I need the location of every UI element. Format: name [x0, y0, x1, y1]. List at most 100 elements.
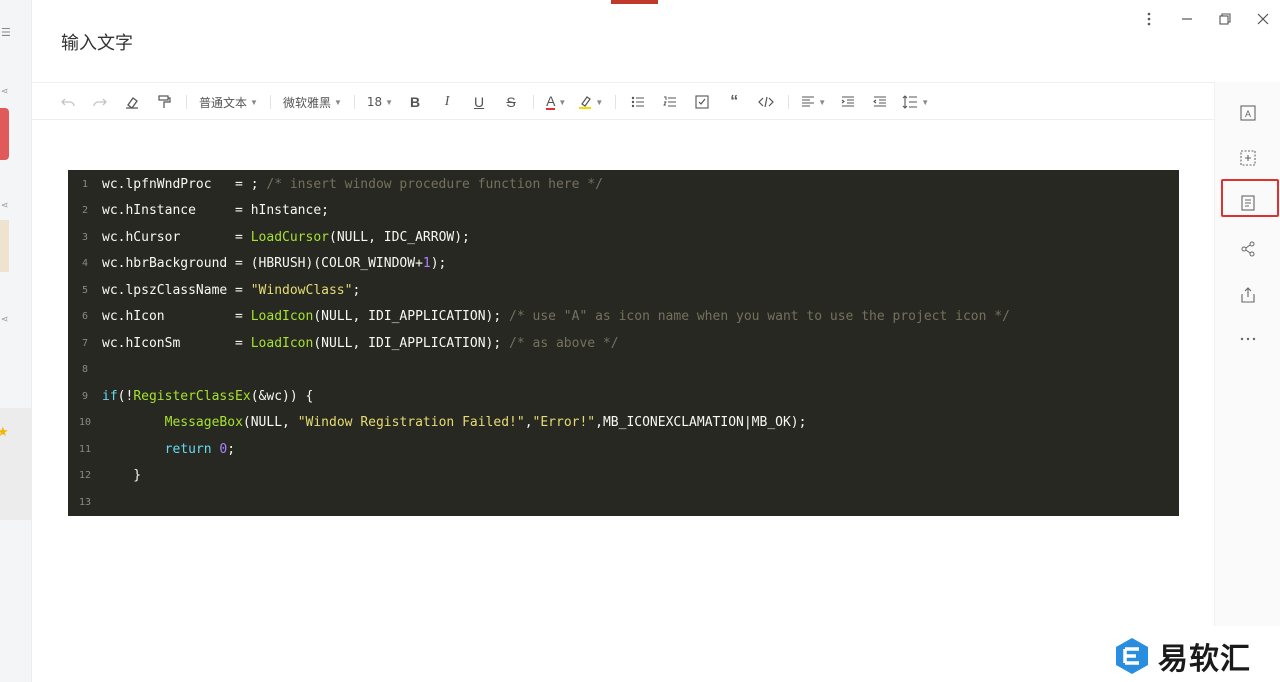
code-text: }	[102, 468, 141, 483]
line-number: 5	[81, 284, 89, 296]
paragraph-style-select[interactable]: 普通文本 ▼	[199, 92, 258, 112]
restore-icon[interactable]	[1215, 9, 1235, 29]
code-line: 13	[68, 489, 1179, 515]
line-number: 9	[81, 390, 89, 402]
add-block-icon[interactable]	[1235, 145, 1261, 171]
svg-text:A: A	[1245, 109, 1251, 119]
close-icon[interactable]	[1253, 9, 1273, 29]
code-token: wc.hIcon =	[102, 309, 251, 324]
share-icon: ⋖	[1, 314, 9, 324]
star-icon[interactable]: ★	[0, 424, 9, 440]
bold-icon[interactable]: B	[405, 92, 425, 112]
share-icon: ⋖	[1, 86, 9, 96]
code-token: );	[430, 256, 447, 271]
code-token: (NULL, IDI_APPLICATION);	[313, 309, 510, 324]
export-icon[interactable]	[1235, 282, 1261, 308]
font-size-select[interactable]: 18 ▼	[367, 92, 393, 112]
line-height-icon	[902, 95, 918, 109]
code-token: "Window Registration Failed!"	[297, 415, 525, 430]
code-token: ;	[352, 282, 361, 298]
format-painter-icon[interactable]	[154, 92, 174, 112]
share-icon[interactable]	[1235, 236, 1261, 262]
code-text: wc.hbrBackground = (HBRUSH)(COLOR_WINDOW…	[102, 256, 446, 271]
toolbar-divider	[615, 95, 617, 109]
code-text: return 0;	[102, 442, 235, 457]
code-token: RegisterClassEx	[133, 388, 251, 404]
code-line: 9 if(!RegisterClassEx(&wc)) {	[68, 383, 1179, 409]
toolbar-divider	[269, 95, 271, 109]
top-indicator	[611, 0, 658, 4]
watermark-text: 易软汇	[1158, 642, 1251, 677]
line-number: 3	[81, 231, 89, 243]
code-token: return	[164, 441, 212, 457]
line-number: 2	[81, 205, 89, 216]
code-token: wc.hbrBackground = (HBRUSH)(COLOR_WINDOW…	[102, 256, 423, 271]
more-horizontal-icon[interactable]	[1235, 326, 1261, 352]
code-token: wc.hCursor =	[102, 229, 251, 245]
code-token: LoadIcon	[250, 309, 314, 324]
code-token: (NULL,	[242, 415, 298, 430]
menu-icon[interactable]: ☰	[1, 26, 11, 39]
undo-icon[interactable]	[58, 92, 78, 112]
italic-icon[interactable]: I	[437, 92, 457, 112]
thumbnail-card[interactable]	[0, 108, 9, 160]
checklist-icon[interactable]	[692, 92, 712, 112]
code-text: wc.hIcon = LoadIcon(NULL, IDI_APPLICATIO…	[102, 309, 1010, 324]
line-number: 1	[81, 178, 89, 190]
thumbnail-card[interactable]	[0, 220, 9, 272]
indent-decrease-icon[interactable]	[870, 92, 890, 112]
paragraph-style-label: 普通文本	[199, 95, 248, 110]
code-line: 10 MessageBox(NULL, "Window Registration…	[68, 410, 1179, 436]
highlighter-icon	[579, 96, 592, 109]
chevron-down-icon: ▼	[921, 97, 930, 107]
font-size-label: 18	[366, 95, 383, 109]
code-line: 7 wc.hIconSm = LoadIcon(NULL, IDI_APPLICA…	[68, 330, 1179, 356]
line-number: 8	[81, 364, 89, 375]
bullet-list-icon[interactable]	[628, 92, 648, 112]
code-text: wc.lpszClassName = "WindowClass";	[102, 283, 360, 298]
highlight-color-select[interactable]: ▼	[578, 92, 603, 112]
code-block[interactable]: 1 wc.lpfnWndProc = ; /* insert window pro…	[68, 170, 1179, 516]
redo-icon[interactable]	[90, 92, 110, 112]
share-icon: ⋖	[1, 200, 9, 210]
numbered-list-icon[interactable]	[660, 92, 680, 112]
code-token: (NULL, IDI_APPLICATION);	[313, 335, 510, 351]
chevron-down-icon: ▼	[385, 97, 394, 107]
minimize-icon[interactable]	[1177, 9, 1197, 29]
code-text: wc.hIconSm = LoadIcon(NULL, IDI_APPLICAT…	[102, 336, 619, 351]
underline-icon[interactable]: U	[469, 92, 489, 112]
line-height-select[interactable]: ▼	[902, 92, 929, 112]
watermark-logo: 易软汇	[1112, 634, 1251, 678]
code-text: wc.lpfnWndProc = ; /* insert window proc…	[102, 177, 603, 192]
eraser-icon[interactable]	[122, 92, 142, 112]
chevron-down-icon: ▼	[250, 97, 258, 107]
strikethrough-icon[interactable]: S	[501, 92, 521, 112]
font-family-select[interactable]: 微软雅黑 ▼	[283, 92, 342, 112]
code-token: wc.hInstance = hInstance;	[102, 203, 329, 218]
code-line: 3 wc.hCursor = LoadCursor(NULL, IDC_ARROW…	[68, 224, 1179, 250]
line-number: 6	[81, 311, 89, 322]
code-token: "WindowClass"	[250, 282, 353, 298]
line-number: 12	[78, 470, 92, 481]
text-color-select[interactable]: A ▼	[546, 92, 566, 112]
code-line: 6 wc.hIcon = LoadIcon(NULL, IDI_APPLICATI…	[68, 304, 1179, 330]
align-select[interactable]: ▼	[801, 92, 826, 112]
more-vertical-icon[interactable]	[1139, 9, 1159, 29]
code-token: ,	[524, 415, 533, 430]
code-token: LoadCursor	[250, 229, 329, 245]
page-title[interactable]: 输入文字	[61, 29, 133, 55]
code-text: wc.hCursor = LoadCursor(NULL, IDC_ARROW)…	[102, 230, 470, 245]
code-text: wc.hInstance = hInstance;	[102, 203, 329, 218]
code-text: MessageBox(NULL, "Window Registration Fa…	[102, 415, 807, 430]
code-token: (!	[117, 388, 134, 404]
code-token: ,MB_ICONEXCLAMATION|MB_OK);	[595, 415, 807, 430]
indent-increase-icon[interactable]	[838, 92, 858, 112]
code-token: /* insert window procedure function here…	[266, 176, 603, 192]
translate-icon[interactable]: A	[1235, 100, 1261, 126]
quote-icon[interactable]: “	[724, 92, 744, 112]
code-token: 1	[422, 256, 431, 271]
code-line: 4 wc.hbrBackground = (HBRUSH)(COLOR_WINDO…	[68, 251, 1179, 277]
code-block-icon[interactable]	[756, 92, 776, 112]
